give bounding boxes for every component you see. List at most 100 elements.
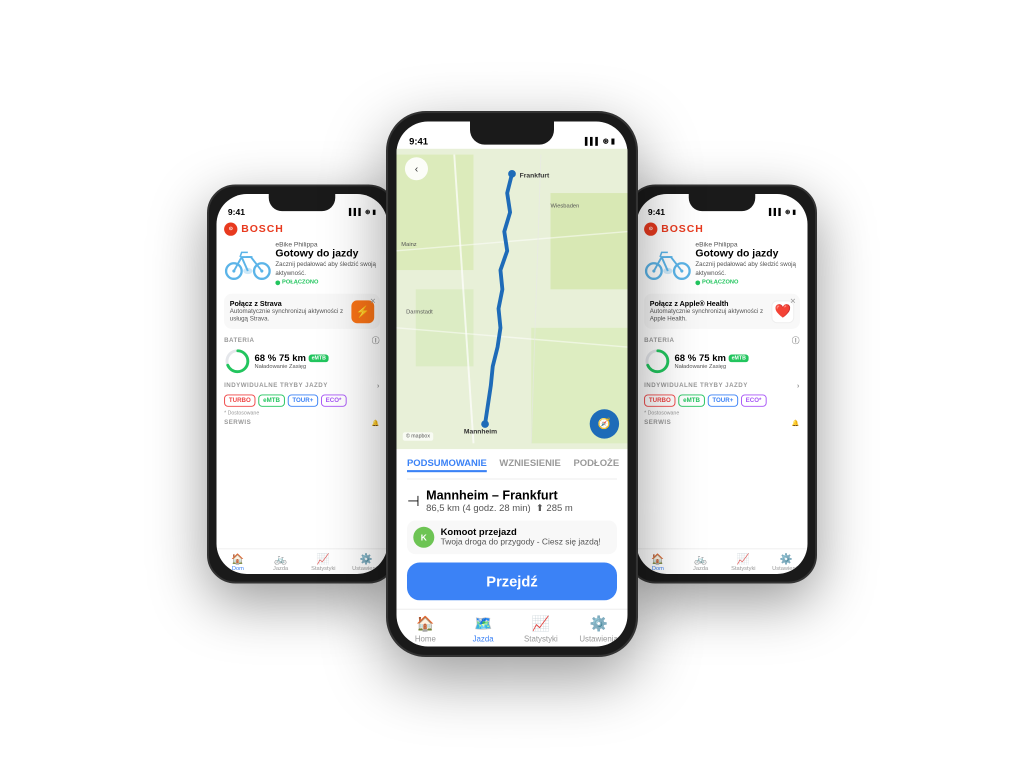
tab-elevation[interactable]: WZNIESIENIE bbox=[499, 457, 560, 472]
tab-surface[interactable]: PODŁOŻE bbox=[573, 457, 619, 472]
modes-label-right: INDYWIDUALNE TRYBY JAZDY › bbox=[644, 382, 800, 391]
mtb-badge-right: eMTB bbox=[729, 355, 749, 363]
promo-title-left: Połącz z Strava bbox=[230, 299, 346, 308]
svg-text:Darmstadt: Darmstadt bbox=[406, 309, 433, 315]
bike-subtitle-left: Zacznij pedałować aby śledzić swoją akty… bbox=[275, 262, 380, 278]
info-icon-left[interactable]: ⓘ bbox=[372, 336, 380, 346]
tab-home-center[interactable]: 🏠 Home bbox=[397, 615, 455, 643]
komoot-logo: K bbox=[413, 527, 434, 548]
scene: 9:41 ▌▌▌ ⊛ ▮ ⊙ BOSCH bbox=[0, 0, 1024, 768]
promo-card-right[interactable]: ✕ Połącz z Apple® Health Automatycznie s… bbox=[644, 293, 800, 329]
tab-settings-right[interactable]: ⚙️ Ustawienia bbox=[765, 553, 808, 572]
battery-km-left: 75 km bbox=[279, 354, 306, 364]
left-phone: 9:41 ▌▌▌ ⊛ ▮ ⊙ BOSCH bbox=[207, 185, 397, 584]
bosch-logo-right: ⊙ bbox=[644, 223, 657, 236]
go-button[interactable]: Przejdź bbox=[407, 563, 617, 601]
mode-eco-right[interactable]: ECO* bbox=[741, 395, 766, 407]
promo-subtitle-left: Automatycznie synchronizuj aktywności z … bbox=[230, 308, 346, 324]
map-area: Frankfurt Mannheim Mainz Wiesbaden Darms… bbox=[397, 149, 628, 449]
serwis-left: SERWIS 🔔 bbox=[224, 420, 380, 428]
tab-bar-left: 🏠 Dom 🚲 Jazda 📈 Statystyki ⚙️ Ustawienia bbox=[217, 548, 388, 574]
battery-info-left: 68 % 75 km eMTB Naładowanie Zasięg bbox=[255, 354, 380, 370]
map-attribution: © mapbox bbox=[403, 432, 433, 440]
route-title-row: ⊣ Mannheim – Frankfurt 86,5 km (4 godz. … bbox=[407, 488, 617, 514]
center-phone: 9:41 ▌▌▌ ⊛ ▮ bbox=[386, 111, 638, 657]
time-center: 9:41 bbox=[409, 136, 428, 147]
tab-summary[interactable]: PODSUMOWANIE bbox=[407, 457, 487, 472]
left-app-content: ⊙ BOSCH bbox=[217, 219, 388, 549]
tab-jazda-left[interactable]: 🚲 Jazda bbox=[259, 553, 302, 572]
battery-icon-r: ▮ bbox=[792, 208, 796, 216]
wifi-icon-r: ⊛ bbox=[785, 208, 791, 216]
promo-subtitle-right: Automatycznie synchronizuj aktywności z … bbox=[650, 308, 766, 324]
tab-bar-right: 🏠 Dom 🚲 Jazda 📈 Statystyki ⚙️ Ustawienia bbox=[637, 548, 808, 574]
tab-settings-center[interactable]: ⚙️ Ustawienia bbox=[570, 615, 628, 643]
connected-badge-right: POŁĄCZONO bbox=[695, 280, 738, 286]
map-svg: Frankfurt Mannheim Mainz Wiesbaden Darms… bbox=[397, 149, 628, 449]
mode-tour-left[interactable]: TOUR+ bbox=[288, 395, 318, 407]
connected-badge-left: POŁĄCZONO bbox=[275, 280, 318, 286]
center-tab-bar: 🏠 Home 🗺️ Jazda 📈 Statystyki ⚙️ Ustawien… bbox=[397, 609, 628, 647]
signal-icon: ▌▌▌ bbox=[349, 209, 363, 216]
serwis-icon-right: 🔔 bbox=[792, 420, 800, 428]
mode-tour-right[interactable]: TOUR+ bbox=[708, 395, 738, 407]
tab-jazda-center[interactable]: 🗺️ Jazda bbox=[454, 615, 512, 643]
chevron-modes-left[interactable]: › bbox=[377, 382, 380, 391]
bike-status-right: Gotowy do jazdy bbox=[695, 248, 800, 261]
battery-label-right: BATERIA ⓘ bbox=[644, 336, 800, 346]
chevron-modes-right[interactable]: › bbox=[797, 382, 800, 391]
brand-header-right: ⊙ BOSCH bbox=[644, 219, 800, 238]
signal-icon-r: ▌▌▌ bbox=[769, 209, 783, 216]
svg-text:Frankfurt: Frankfurt bbox=[520, 173, 550, 180]
tab-stat-right[interactable]: 📈 Statystyki bbox=[722, 553, 765, 572]
mode-emtb-right[interactable]: eMTB bbox=[678, 395, 704, 407]
ride-tab-icon-r: 🚲 bbox=[694, 553, 707, 565]
ride-icon-c: 🗺️ bbox=[474, 615, 492, 633]
left-phone-inner: 9:41 ▌▌▌ ⊛ ▮ ⊙ BOSCH bbox=[217, 194, 388, 574]
mode-turbo-right[interactable]: TURBO bbox=[644, 395, 675, 407]
route-info-panel: PODSUMOWANIE WZNIESIENIE PODŁOŻE ⊣ Mannh… bbox=[397, 449, 628, 609]
bike-svg-right bbox=[644, 242, 692, 285]
komoot-text: Komoot przejazd Twoja droga do przygody … bbox=[441, 527, 611, 547]
bike-info-right: eBike Philippa Gotowy do jazdy Zacznij p… bbox=[695, 242, 800, 287]
promo-text-right: Połącz z Apple® Health Automatycznie syn… bbox=[650, 299, 766, 324]
green-dot-left bbox=[275, 280, 280, 285]
battery-circle-left bbox=[224, 348, 251, 375]
compass-button[interactable]: 🧭 bbox=[590, 409, 619, 438]
tab-dom-left[interactable]: 🏠 Dom bbox=[217, 553, 260, 572]
wifi-icon: ⊛ bbox=[365, 208, 371, 216]
mode-emtb-left[interactable]: eMTB bbox=[258, 395, 284, 407]
mtb-badge-left: eMTB bbox=[309, 355, 329, 363]
svg-text:Mainz: Mainz bbox=[401, 242, 416, 248]
promo-close-right[interactable]: ✕ bbox=[790, 296, 796, 305]
notch-right bbox=[689, 194, 756, 211]
promo-close-left[interactable]: ✕ bbox=[370, 296, 376, 305]
battery-pct-left: 68 % bbox=[255, 354, 277, 364]
tab-stats-center[interactable]: 📈 Statystyki bbox=[512, 615, 570, 643]
tab-stat-left[interactable]: 📈 Statystyki bbox=[302, 553, 345, 572]
mode-turbo-left[interactable]: TURBO bbox=[224, 395, 255, 407]
battery-km-right: 75 km bbox=[699, 354, 726, 364]
komoot-subtitle: Twoja droga do przygody - Ciesz się jazd… bbox=[441, 537, 611, 546]
status-icons-right: ▌▌▌ ⊛ ▮ bbox=[769, 208, 796, 216]
tab-jazda-right[interactable]: 🚲 Jazda bbox=[679, 553, 722, 572]
battery-label-left: BATERIA ⓘ bbox=[224, 336, 380, 346]
notch-left bbox=[269, 194, 336, 211]
time-left: 9:41 bbox=[228, 207, 245, 217]
promo-text-left: Połącz z Strava Automatycznie synchroniz… bbox=[230, 299, 346, 324]
back-button[interactable]: ‹ bbox=[405, 157, 428, 180]
info-icon-right[interactable]: ⓘ bbox=[792, 336, 800, 346]
tab-dom-right[interactable]: 🏠 Dom bbox=[637, 553, 680, 572]
bike-svg-left bbox=[224, 242, 272, 285]
promo-card-left[interactable]: ✕ Połącz z Strava Automatycznie synchron… bbox=[224, 293, 380, 329]
right-phone: 9:41 ▌▌▌ ⊛ ▮ ⊙ BOSCH bbox=[627, 185, 817, 584]
green-dot-right bbox=[695, 280, 700, 285]
battery-icon-c: ▮ bbox=[611, 137, 615, 145]
modes-label-left: INDYWIDUALNE TRYBY JAZDY › bbox=[224, 382, 380, 391]
right-phone-inner: 9:41 ▌▌▌ ⊛ ▮ ⊙ BOSCH bbox=[637, 194, 808, 574]
battery-sub-left: Naładowanie Zasięg bbox=[255, 364, 380, 370]
mode-eco-left[interactable]: ECO* bbox=[321, 395, 346, 407]
tab-settings-left[interactable]: ⚙️ Ustawienia bbox=[345, 553, 388, 572]
stats-tab-icon-r: 📈 bbox=[737, 553, 750, 565]
brand-header-left: ⊙ BOSCH bbox=[224, 219, 380, 238]
